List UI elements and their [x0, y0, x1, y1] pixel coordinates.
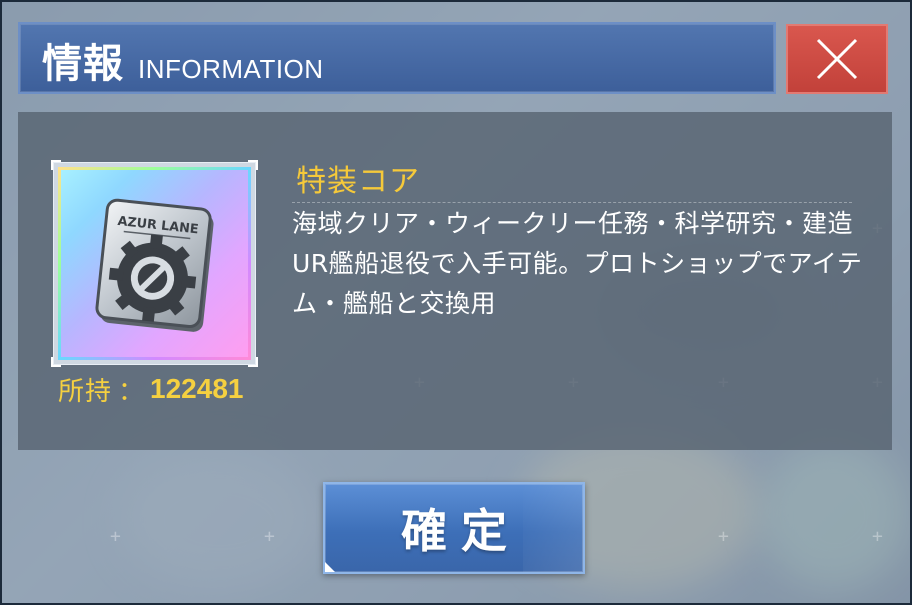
dialog-subtitle: INFORMATION	[138, 54, 324, 84]
owned-label: 所持	[58, 376, 113, 407]
item-slot: AZUR LANE	[51, 160, 258, 367]
dialog-header: 情報 INFORMATION	[18, 22, 776, 94]
gear-core-icon: AZUR LANE	[58, 167, 251, 360]
confirm-button-label: 確定	[401, 504, 521, 558]
owned-separator: ：	[118, 376, 145, 407]
close-button[interactable]	[786, 24, 888, 94]
close-icon	[816, 38, 858, 80]
dialog-title: 情報	[42, 40, 124, 87]
item-name: 特装コア	[296, 164, 420, 199]
plus-decoration: +	[110, 526, 121, 547]
item-description: 海域クリア・ウィークリー任務・科学研究・建造UR艦船退役で入手可能。プロトショッ…	[292, 209, 863, 318]
owned-value: 122481	[150, 373, 244, 404]
owned-count: 所持 ： 122481	[58, 372, 244, 407]
plus-decoration: +	[872, 526, 883, 547]
corner-triangle	[325, 562, 335, 572]
plus-decoration: +	[264, 526, 275, 547]
divider	[292, 202, 852, 203]
confirm-button[interactable]: 確定	[323, 482, 585, 574]
plus-decoration: +	[718, 526, 729, 547]
